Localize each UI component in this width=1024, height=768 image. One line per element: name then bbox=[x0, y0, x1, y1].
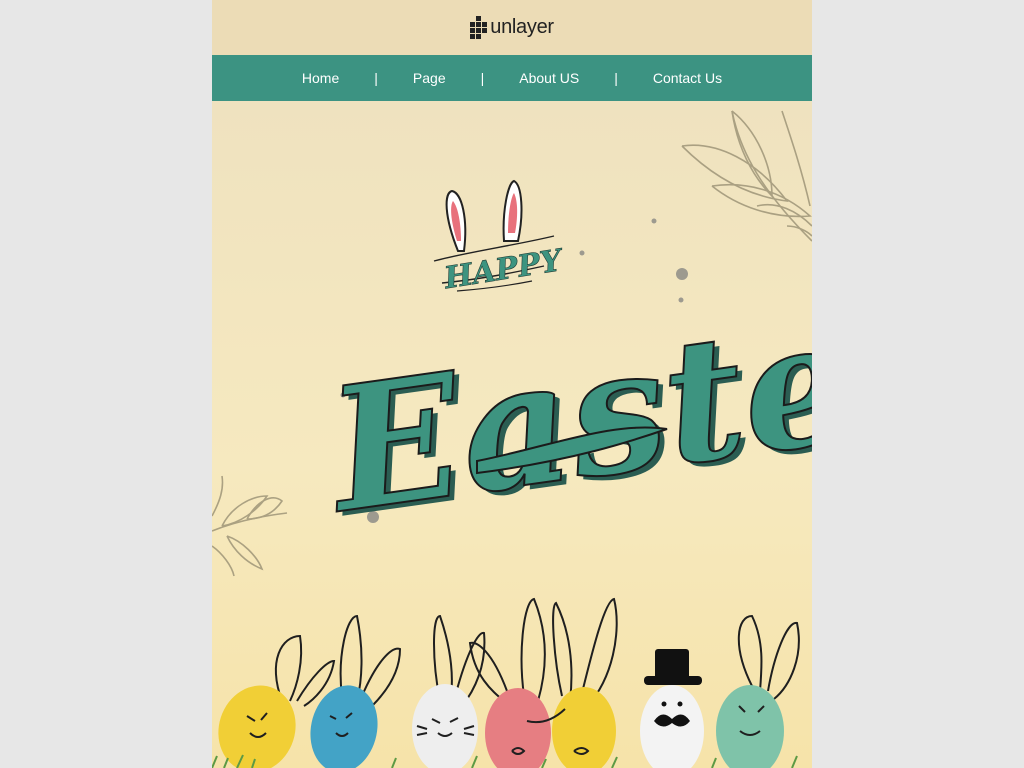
white-egg-2 bbox=[640, 685, 704, 768]
nav-item-about-us[interactable]: About US bbox=[484, 70, 614, 86]
pink-egg bbox=[485, 688, 551, 768]
header: unlayer bbox=[212, 0, 812, 55]
leaf-sprig-left-icon bbox=[212, 475, 288, 577]
eggs bbox=[218, 684, 784, 768]
happy-lettering: HAPPY bbox=[433, 235, 567, 297]
nav-item-contact-us[interactable]: Contact Us bbox=[618, 70, 757, 86]
nav-bar: Home | Page | About US | Contact Us bbox=[212, 55, 812, 101]
easter-lettering: Easter Easter bbox=[314, 266, 812, 556]
leaf-sprig-top-right-icon bbox=[681, 110, 812, 242]
logo[interactable]: unlayer bbox=[470, 16, 554, 39]
blue-egg bbox=[310, 685, 378, 768]
bunny-ears-icon bbox=[445, 179, 523, 252]
logo-text: unlayer bbox=[490, 16, 554, 38]
hero-illustration: HAPPY Easter Easter bbox=[212, 110, 812, 768]
yellow-egg-1 bbox=[218, 685, 296, 768]
yellow-egg-2 bbox=[552, 687, 616, 768]
svg-text:Easter: Easter bbox=[315, 267, 812, 552]
email-container: unlayer Home | Page | About US | Contact… bbox=[212, 0, 812, 768]
nav-item-page[interactable]: Page bbox=[378, 70, 481, 86]
nav-item-home[interactable]: Home bbox=[267, 70, 374, 86]
mint-egg bbox=[716, 685, 784, 768]
hero-image: HAPPY Easter Easter bbox=[212, 101, 812, 768]
unlayer-logo-icon bbox=[470, 16, 488, 39]
